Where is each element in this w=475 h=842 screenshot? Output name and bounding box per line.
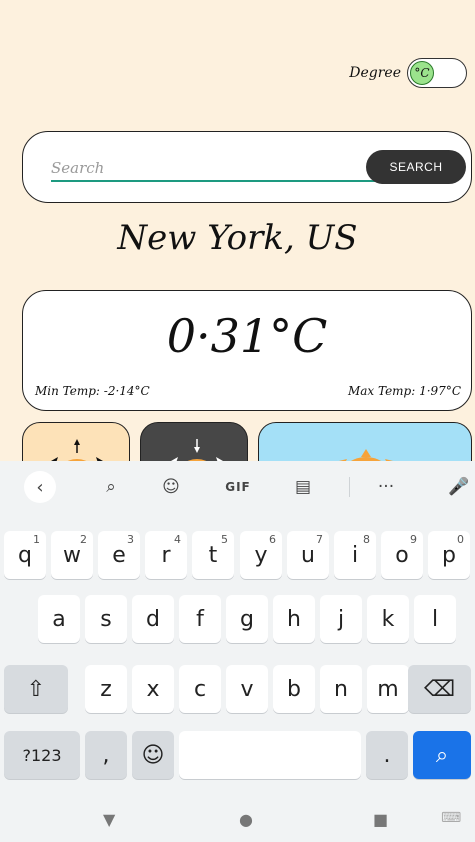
key-b[interactable]: b (273, 665, 315, 713)
key-v[interactable]: v (226, 665, 268, 713)
key-d[interactable]: d (132, 595, 174, 643)
key-l[interactable]: l (414, 595, 456, 643)
period-key[interactable]: . (366, 731, 408, 779)
min-temperature: Min Temp: -2·14°C (35, 384, 150, 398)
key-u[interactable]: u7 (287, 531, 329, 579)
clipboard-icon[interactable]: ▤ (287, 471, 319, 503)
key-a[interactable]: a (38, 595, 80, 643)
shift-key[interactable]: ⇧ (4, 665, 68, 713)
key-hint: 3 (127, 533, 134, 546)
search-card: SEARCH (22, 131, 472, 203)
max-temperature: Max Temp: 1·97°C (347, 384, 461, 398)
degree-unit-knob[interactable]: °C (410, 61, 434, 85)
search-icon[interactable]: ⌕ (95, 471, 127, 503)
city-title: New York, US (117, 218, 358, 258)
recents-nav-icon[interactable]: ■ (373, 810, 388, 829)
key-i[interactable]: i8 (334, 531, 376, 579)
key-t[interactable]: t5 (192, 531, 234, 579)
system-navigation-bar: ▼ ● ■ ⌨ (0, 797, 475, 842)
key-hint: 7 (316, 533, 323, 546)
key-w[interactable]: w2 (51, 531, 93, 579)
key-m[interactable]: m (367, 665, 409, 713)
key-y[interactable]: y6 (240, 531, 282, 579)
key-o[interactable]: o9 (381, 531, 423, 579)
degree-toggle-row: Degree °C (349, 58, 467, 88)
key-r[interactable]: r4 (145, 531, 187, 579)
keyboard-switch-icon[interactable]: ⌨ (441, 810, 461, 826)
toolbar-divider (349, 477, 350, 497)
current-temperature: 0·31°C (166, 309, 328, 363)
enter-search-key[interactable]: ⌕ (413, 731, 471, 779)
key-hint: 6 (269, 533, 276, 546)
degree-toggle[interactable]: °C (407, 58, 467, 88)
keyboard-toolbar: ‹ ⌕ ☺ GIF ▤ ··· 🎤 (0, 461, 475, 513)
gif-button[interactable]: GIF (222, 471, 254, 503)
weather-app: Degree °C SEARCH New York, US 0·31°C Min… (0, 0, 475, 482)
search-input[interactable] (51, 156, 386, 182)
key-h[interactable]: h (273, 595, 315, 643)
space-key[interactable] (179, 731, 361, 779)
soft-keyboard: ‹ ⌕ ☺ GIF ▤ ··· 🎤 q1 w2 e3 r4 t5 y6 u7 i… (0, 461, 475, 797)
key-hint: 9 (410, 533, 417, 546)
key-c[interactable]: c (179, 665, 221, 713)
key-hint: 1 (33, 533, 40, 546)
key-e[interactable]: e3 (98, 531, 140, 579)
symbols-key[interactable]: ?123 (4, 731, 80, 779)
key-n[interactable]: n (320, 665, 362, 713)
key-hint: 5 (221, 533, 228, 546)
key-s[interactable]: s (85, 595, 127, 643)
key-hint: 4 (174, 533, 181, 546)
degree-label: Degree (349, 65, 401, 81)
search-button[interactable]: SEARCH (366, 150, 466, 184)
key-x[interactable]: x (132, 665, 174, 713)
temperature-card: 0·31°C Min Temp: -2·14°C Max Temp: 1·97°… (22, 290, 472, 411)
key-j[interactable]: j (320, 595, 362, 643)
microphone-icon[interactable]: 🎤 (443, 471, 475, 503)
comma-key[interactable]: , (85, 731, 127, 779)
key-f[interactable]: f (179, 595, 221, 643)
key-p[interactable]: p0 (428, 531, 470, 579)
backspace-key[interactable]: ⌫ (408, 665, 471, 713)
key-g[interactable]: g (226, 595, 268, 643)
key-hint: 2 (80, 533, 87, 546)
key-hint: 8 (363, 533, 370, 546)
back-nav-icon[interactable]: ▼ (103, 810, 115, 829)
home-nav-icon[interactable]: ● (239, 810, 253, 829)
more-icon[interactable]: ··· (370, 471, 402, 503)
key-k[interactable]: k (367, 595, 409, 643)
key-q[interactable]: q1 (4, 531, 46, 579)
chevron-left-icon[interactable]: ‹ (24, 471, 56, 503)
key-z[interactable]: z (85, 665, 127, 713)
sticker-icon[interactable]: ☺ (155, 471, 187, 503)
emoji-key[interactable]: ☺ (132, 731, 174, 779)
key-hint: 0 (457, 533, 464, 546)
